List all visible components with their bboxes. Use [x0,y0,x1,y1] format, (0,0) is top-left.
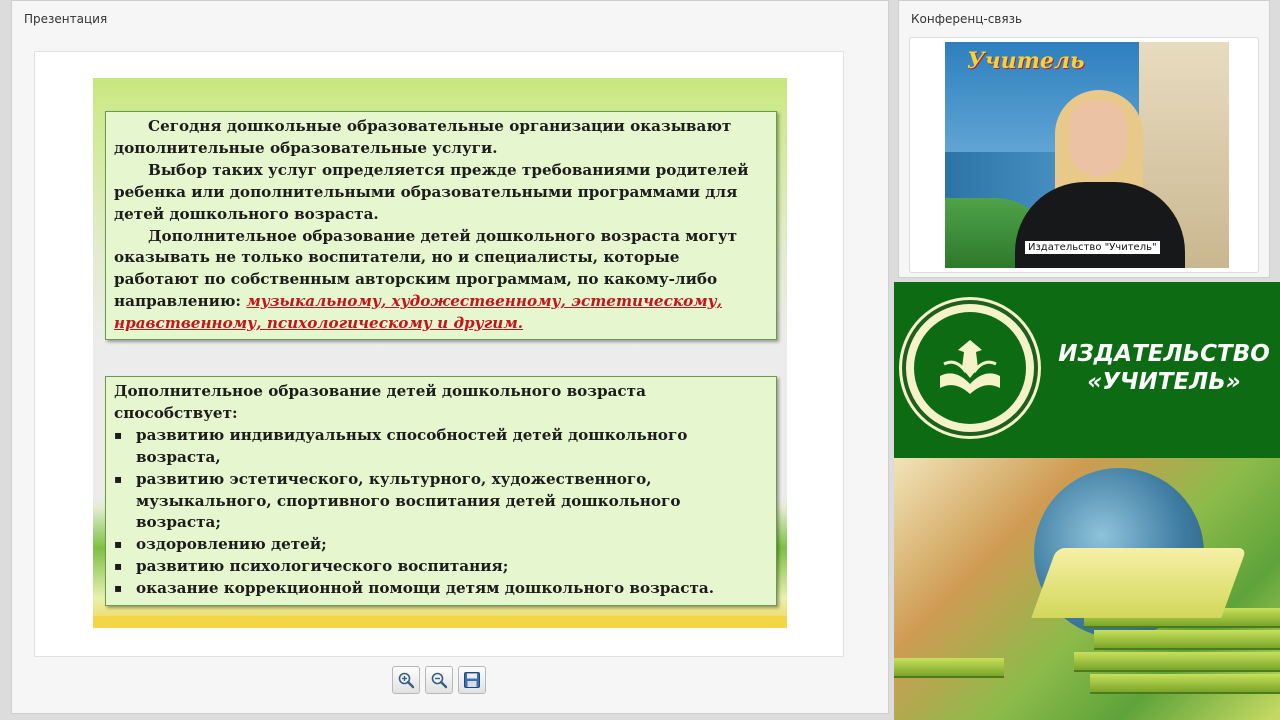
slide-text-box-services: Сегодня дошкольные образовательные орган… [105,111,777,340]
book-stack [1074,652,1280,672]
book-stack [894,658,1004,678]
publisher-banner-image [894,458,1280,720]
list-item: оздоровлению детей; [114,534,768,556]
video-caption: Издательство "Учитель" [1025,241,1160,254]
slide-viewer[interactable]: Сегодня дошкольные образовательные орган… [34,51,844,657]
open-book-image [1031,548,1247,618]
video-background-logo: Учитель [967,48,1085,74]
list-item: развитию эстетического, культурного, худ… [114,469,768,535]
book-stack [1094,630,1280,650]
publisher-banner-header: ИЗДАТЕЛЬСТВО «УЧИТЕЛЬ» [894,282,1280,458]
slide-paragraph-3: Дополнительное образование детей дошколь… [114,226,768,336]
slide-paragraph-1: Сегодня дошкольные образовательные орган… [114,117,732,157]
slide-paragraph-2: Выбор таких услуг определяется прежде тр… [114,160,749,223]
publisher-banner-line2: «УЧИТЕЛЬ» [1087,369,1241,395]
list-item: развитию индивидуальных способностей дет… [114,425,768,469]
publisher-banner-title: ИЗДАТЕЛЬСТВО «УЧИТЕЛЬ» [1054,340,1274,396]
list-item: оказание коррекционной помощи детям дошк… [114,578,768,600]
book-stack [1090,674,1280,694]
book-emblem-icon [940,340,1000,394]
conference-panel-title: Конференц-связь [911,12,1023,26]
save-icon [464,672,480,688]
zoom-out-button[interactable] [425,666,453,694]
slide-benefits-intro: Дополнительное образование детей дошколь… [114,382,646,422]
publisher-banner-line1: ИЗДАТЕЛЬСТВО [1058,341,1270,367]
presentation-panel: Презентация Сегодня дошкольные образоват… [11,0,889,714]
video-frame: Учитель Издательство "Учитель" [909,37,1259,273]
slide-benefits-list: развитию индивидуальных способностей дет… [114,425,768,600]
publisher-emblem-icon [902,300,1038,436]
zoom-in-icon [398,672,415,689]
presenter-face [1069,100,1127,176]
save-button[interactable] [458,666,486,694]
conference-panel: Конференц-связь Учитель Издательство "Уч… [898,0,1270,278]
zoom-in-button[interactable] [392,666,420,694]
slide-text-box-benefits: Дополнительное образование детей дошколь… [105,376,777,606]
zoom-out-icon [431,672,448,689]
presentation-toolbar [392,666,486,694]
webcam-video[interactable]: Учитель Издательство "Учитель" [945,42,1229,268]
publisher-banner: ИЗДАТЕЛЬСТВО «УЧИТЕЛЬ» [894,282,1280,720]
slide: Сегодня дошкольные образовательные орган… [93,78,787,628]
list-item: развитию психологического воспитания; [114,556,768,578]
presentation-panel-title: Презентация [24,12,108,26]
